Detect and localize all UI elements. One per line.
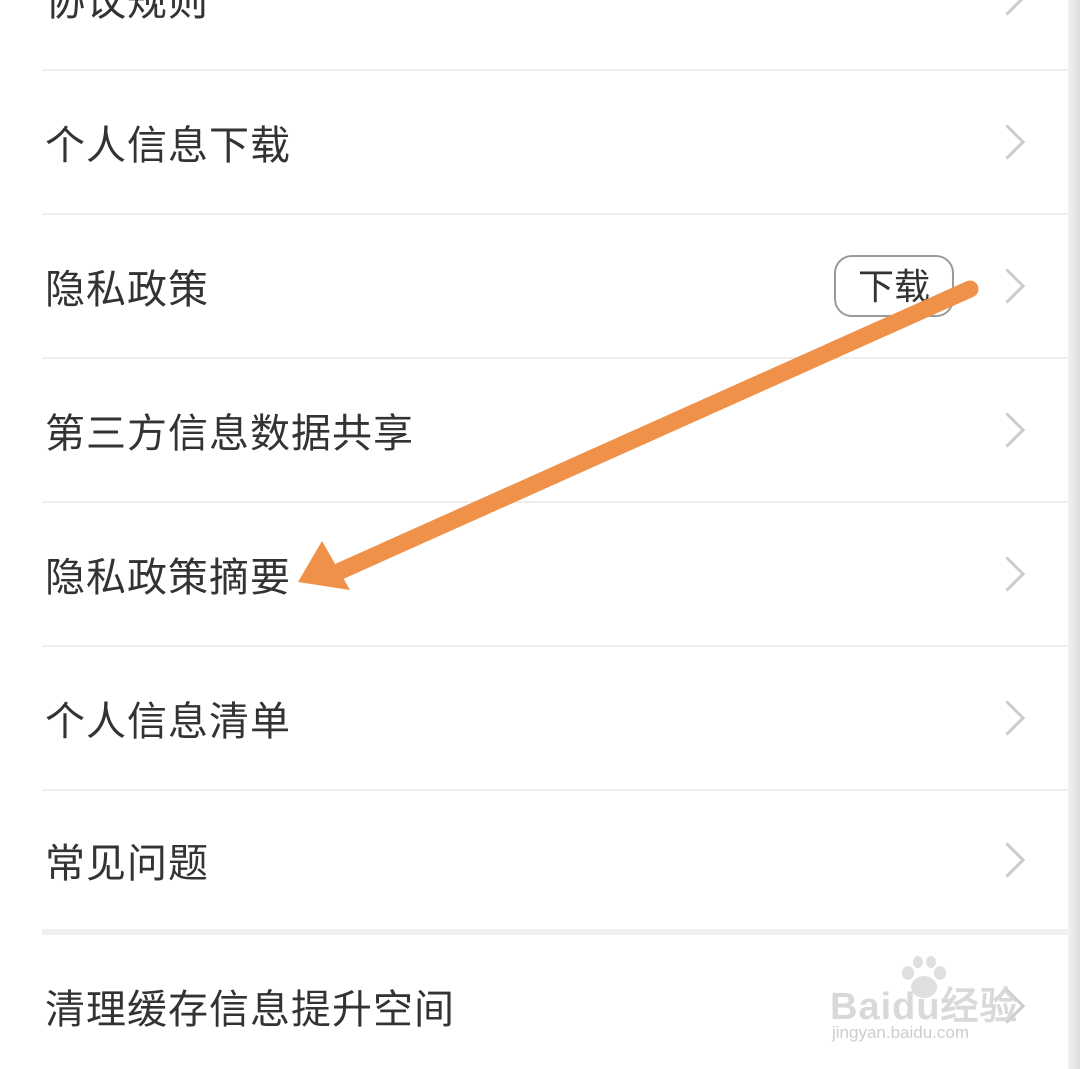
menu-item-label: 隐私政策 — [45, 267, 209, 313]
scroll-edge — [1068, 0, 1080, 1069]
settings-screen: 协议规则 个人信息下载 隐私政策 下载 第三方信息数据共享 隐私政策摘要 个人信… — [0, 0, 1080, 1069]
settings-list: 协议规则 个人信息下载 隐私政策 下载 第三方信息数据共享 隐私政策摘要 个人信… — [0, 0, 1068, 1069]
menu-item-third-party-data-sharing[interactable]: 第三方信息数据共享 — [42, 359, 1068, 503]
chevron-right-icon — [989, 700, 1026, 736]
menu-item-label: 隐私政策摘要 — [45, 555, 291, 601]
chevron-right-icon — [989, 268, 1026, 304]
menu-item-label: 常见问题 — [45, 841, 209, 887]
chevron-right-icon — [989, 988, 1026, 1024]
menu-item-privacy-policy[interactable]: 隐私政策 下载 — [42, 215, 1068, 359]
menu-item-label: 协议规则 — [45, 0, 209, 25]
menu-item-privacy-policy-summary[interactable]: 隐私政策摘要 — [42, 503, 1068, 647]
download-button[interactable]: 下载 — [833, 255, 954, 317]
menu-item-faq[interactable]: 常见问题 — [42, 791, 1068, 935]
menu-item-label: 第三方信息数据共享 — [45, 411, 414, 457]
chevron-right-icon — [989, 556, 1026, 592]
menu-item-label: 个人信息下载 — [45, 123, 291, 169]
chevron-right-icon — [989, 0, 1026, 16]
chevron-right-icon — [989, 842, 1026, 878]
chevron-right-icon — [989, 412, 1026, 448]
menu-item-agreement-rules[interactable]: 协议规则 — [42, 0, 1068, 71]
menu-item-label: 清理缓存信息提升空间 — [45, 987, 455, 1033]
menu-item-personal-info-download[interactable]: 个人信息下载 — [42, 71, 1068, 215]
chevron-right-icon — [989, 124, 1026, 160]
menu-item-clear-cache[interactable]: 清理缓存信息提升空间 — [42, 935, 1068, 1069]
menu-item-label: 个人信息清单 — [45, 699, 291, 745]
menu-item-personal-info-list[interactable]: 个人信息清单 — [42, 647, 1068, 791]
